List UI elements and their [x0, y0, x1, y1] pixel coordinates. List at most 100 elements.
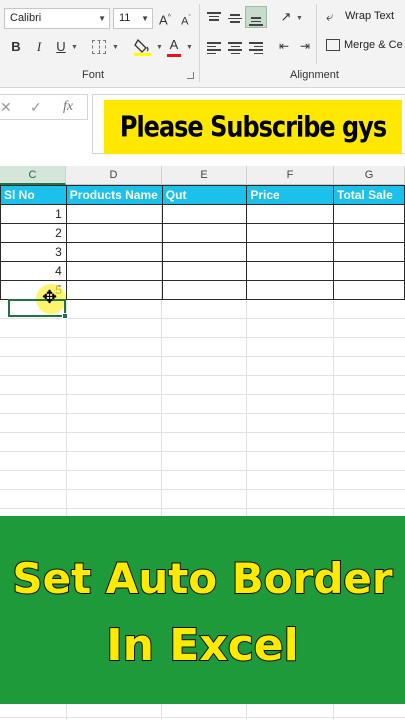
line [207, 49, 221, 51]
borders-button[interactable] [92, 40, 106, 54]
line [207, 52, 216, 54]
cell[interactable] [65, 223, 163, 243]
gridline [0, 432, 405, 433]
cell[interactable]: 1 [0, 204, 67, 224]
wrap-text-button[interactable]: ⤶ Wrap Text [326, 8, 394, 26]
font-name-dropdown[interactable]: Calibri ▼ [4, 8, 110, 29]
ribbon-separator [316, 4, 317, 64]
header-price[interactable]: Price [246, 185, 335, 205]
line [209, 15, 219, 17]
align-center-button[interactable] [228, 40, 242, 56]
cell[interactable] [333, 242, 405, 262]
top-align-button[interactable] [207, 10, 221, 23]
title-banner: Set Auto Border In Excel [0, 516, 405, 704]
cell[interactable] [246, 223, 335, 243]
insert-function-icon[interactable]: fx [63, 99, 73, 115]
cell[interactable] [333, 280, 405, 300]
column-header-d[interactable]: D [66, 166, 162, 185]
formula-bar-buttons: ✕ ✓ fx [0, 94, 88, 120]
cell[interactable] [65, 280, 163, 300]
cell[interactable] [65, 242, 163, 262]
gridline [0, 489, 405, 490]
move-cursor-icon: ✥ [42, 287, 58, 307]
cell[interactable] [246, 204, 335, 224]
gridline [0, 394, 405, 395]
cell[interactable]: 2 [0, 223, 67, 243]
cell[interactable] [161, 261, 248, 281]
italic-button[interactable]: I [32, 37, 46, 57]
cell[interactable] [161, 280, 248, 300]
fill-color-button[interactable] [134, 38, 152, 56]
orientation-button[interactable]: ↗ [276, 7, 296, 27]
table-header-row: Sl No Products Name Qut Price Total Sale [0, 185, 405, 205]
orientation-icon: ↗ [280, 9, 292, 24]
gridline [0, 375, 405, 376]
bottom-align-icon [249, 15, 263, 28]
underline-button[interactable]: U [54, 37, 68, 57]
bold-button[interactable]: B [9, 37, 23, 57]
check-icon[interactable]: ✓ [30, 99, 42, 116]
cell[interactable] [161, 204, 248, 224]
line [228, 17, 242, 19]
increase-indent-button[interactable]: ⇥ [296, 36, 314, 56]
header-sl-no[interactable]: Sl No [0, 185, 67, 205]
gridline [0, 717, 405, 718]
chevron-down-icon: ▼ [296, 15, 303, 22]
font-name-value: Calibri [10, 12, 42, 24]
close-icon[interactable]: ✕ [0, 99, 12, 116]
line [249, 42, 263, 44]
data-table: Sl No Products Name Qut Price Total Sale… [0, 185, 405, 300]
banner-title-line1: Set Auto Border [11, 553, 393, 604]
font-color-button[interactable]: A [167, 35, 181, 57]
gridline [0, 508, 405, 509]
header-products-name[interactable]: Products Name [65, 185, 163, 205]
cell[interactable] [246, 280, 335, 300]
decrease-indent-icon: ⇤ [278, 39, 290, 53]
font-size-value: 11 [119, 12, 131, 24]
table-row: 2 [0, 223, 405, 243]
cell[interactable] [65, 204, 163, 224]
increase-font-size-button[interactable]: A^ [157, 8, 173, 30]
cell[interactable] [333, 204, 405, 224]
font-size-dropdown[interactable]: 11 ▼ [113, 8, 153, 29]
banner-title-line2: In Excel [105, 619, 299, 672]
fill-handle[interactable] [62, 313, 68, 319]
column-header-f[interactable]: F [247, 166, 334, 185]
line [207, 42, 221, 44]
ribbon: Calibri ▼ 11 ▼ A^ Aˇ B I U ▼ ▼ ▼ A ▼ ↗ ▼… [0, 0, 405, 88]
cell[interactable] [161, 242, 248, 262]
increase-indent-icon: ⇥ [299, 39, 311, 53]
chevron-down-icon: ▼ [141, 14, 149, 23]
font-color-swatch [167, 54, 181, 57]
gridline [0, 356, 405, 357]
cell[interactable] [333, 261, 405, 281]
chevron-down-icon: ▼ [98, 14, 106, 23]
line [209, 19, 219, 21]
header-qut[interactable]: Qut [161, 185, 248, 205]
cell[interactable] [246, 261, 335, 281]
column-header-c[interactable]: C [0, 166, 66, 185]
cell[interactable] [246, 242, 335, 262]
column-header-g[interactable]: G [334, 166, 405, 185]
align-left-button[interactable] [207, 40, 221, 56]
cell[interactable]: 4 [0, 261, 67, 281]
cell[interactable] [161, 223, 248, 243]
cell[interactable] [65, 261, 163, 281]
font-dialog-launcher-icon[interactable] [187, 72, 194, 79]
header-total-sale[interactable]: Total Sale [333, 185, 405, 205]
merge-center-button[interactable]: Merge & Ce [326, 38, 403, 56]
table-row: 4 [0, 261, 405, 281]
cell[interactable] [333, 223, 405, 243]
middle-align-button[interactable] [228, 12, 242, 25]
merge-center-label: Merge & Ce [344, 39, 403, 51]
active-cell-selection[interactable] [8, 299, 66, 317]
column-header-e[interactable]: E [162, 166, 247, 185]
bottom-align-button[interactable] [245, 6, 267, 28]
line [207, 12, 221, 14]
column-headers: C D E F G [0, 166, 405, 185]
cell[interactable]: 3 [0, 242, 67, 262]
decrease-font-size-button[interactable]: Aˇ [178, 9, 194, 32]
decrease-indent-button[interactable]: ⇤ [275, 36, 293, 56]
increase-font-icon: A [159, 12, 168, 28]
align-right-button[interactable] [249, 40, 263, 56]
